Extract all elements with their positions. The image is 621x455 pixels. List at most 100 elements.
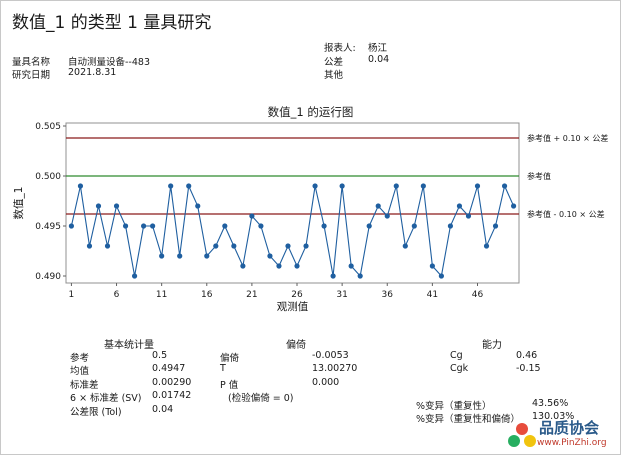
data-point-25 (285, 243, 291, 249)
x-axis-label: 观测值 (277, 300, 309, 313)
y-tick-label-1: 0.495 (35, 222, 61, 232)
data-point-33 (357, 273, 363, 279)
p-value: 0.000 (312, 377, 340, 388)
data-point-31 (339, 183, 345, 189)
data-point-30 (330, 273, 336, 279)
bias-value: -0.0053 (312, 350, 349, 361)
sv-label: 6 × 标准差 (SV) (70, 393, 142, 404)
data-point-14 (186, 183, 192, 189)
data-point-13 (177, 253, 183, 259)
reference-label-0: 参考值 + 0.10 × 公差 (527, 133, 608, 143)
reference-label-1: 参考值 (527, 171, 551, 181)
data-point-7 (122, 223, 129, 229)
data-point-28 (312, 183, 318, 189)
x-tick-label-7: 36 (382, 290, 394, 300)
bias-test-note: (检验偏倚 = 0) (228, 393, 294, 404)
reference-label-2: 参考值 - 0.10 × 公差 (527, 209, 605, 219)
data-point-37 (393, 183, 399, 189)
watermark-url: www.PinZhi.org (537, 438, 607, 448)
cgk-value: -0.15 (516, 363, 541, 374)
capability-header: 能力 (482, 340, 502, 351)
data-point-34 (366, 223, 372, 229)
data-point-4 (95, 203, 102, 209)
data-point-19 (231, 243, 237, 249)
tol-label: 公差限 (Tol) (70, 407, 122, 418)
data-point-40 (420, 183, 426, 189)
data-point-50 (510, 203, 517, 209)
data-point-18 (222, 223, 228, 229)
mean-label: 均值 (70, 366, 90, 377)
data-point-17 (213, 243, 219, 249)
data-point-21 (249, 213, 255, 219)
x-tick-label-9: 46 (472, 290, 484, 300)
t-label: T (220, 363, 226, 374)
x-tick-label-1: 6 (114, 290, 120, 300)
x-tick-label-0: 1 (69, 290, 75, 300)
data-point-1 (68, 223, 75, 229)
watermark-logo: 品质协会 www.PinZhi.org (505, 417, 617, 453)
watermark-name: 品质协会 (539, 419, 600, 437)
var-rep-value: 43.56% (532, 398, 569, 409)
x-tick-label-3: 16 (201, 290, 213, 300)
data-point-43 (447, 223, 454, 229)
ref-value: 0.5 (152, 350, 168, 361)
y-tick-label-2: 0.500 (35, 172, 61, 182)
data-point-8 (131, 273, 138, 279)
y-tick-label-3: 0.505 (35, 122, 61, 132)
watermark-icon (508, 423, 536, 447)
data-point-15 (195, 203, 201, 209)
data-point-24 (276, 263, 282, 269)
p-label: P 值 (220, 380, 239, 391)
x-tick-label-5: 26 (291, 290, 303, 300)
x-tick-label-4: 21 (246, 290, 257, 300)
x-tick-label-2: 11 (156, 290, 167, 300)
data-point-9 (141, 223, 147, 229)
data-point-20 (240, 263, 246, 269)
data-point-38 (402, 243, 408, 249)
cgk-label: Cgk (450, 363, 469, 374)
data-point-46 (474, 183, 481, 189)
data-point-32 (348, 263, 354, 269)
data-point-27 (303, 243, 309, 249)
plot-area (65, 122, 520, 284)
data-point-36 (384, 213, 390, 219)
data-point-26 (294, 263, 300, 269)
data-point-6 (113, 203, 120, 209)
data-point-22 (258, 223, 264, 229)
sd-value: 0.00290 (152, 377, 192, 388)
ref-label: 参考 (70, 353, 90, 364)
data-point-11 (159, 253, 165, 259)
data-point-2 (77, 183, 84, 189)
tol-value: 0.04 (152, 404, 174, 415)
sv-value: 0.01742 (152, 390, 192, 401)
bias-header: 偏倚 (286, 340, 306, 351)
data-point-10 (150, 223, 156, 229)
y-tick-label-0: 0.490 (35, 272, 61, 282)
data-point-12 (168, 183, 174, 189)
cg-label: Cg (450, 350, 463, 361)
data-point-35 (375, 203, 381, 209)
data-point-47 (483, 243, 490, 249)
sd-label: 标准差 (70, 380, 99, 391)
data-point-45 (465, 213, 472, 219)
data-point-39 (411, 223, 417, 229)
t-value: 13.00270 (312, 363, 358, 374)
data-point-29 (321, 223, 327, 229)
data-point-49 (501, 183, 508, 189)
cg-value: 0.46 (516, 350, 538, 361)
basic-stats-header: 基本统计量 (104, 340, 154, 351)
data-point-41 (429, 263, 435, 269)
x-tick-label-6: 31 (336, 290, 347, 300)
var-rep-label: %变异（重复性） (416, 401, 492, 412)
x-tick-label-8: 41 (427, 290, 438, 300)
data-point-42 (438, 273, 444, 279)
data-point-16 (204, 253, 210, 259)
bias-label: 偏倚 (220, 353, 240, 364)
data-point-48 (492, 223, 499, 229)
data-point-5 (104, 243, 111, 249)
mean-value: 0.4947 (152, 363, 186, 374)
data-point-44 (456, 203, 463, 209)
data-point-23 (267, 253, 273, 259)
data-point-3 (86, 243, 93, 249)
y-axis-label: 数值_1 (12, 187, 25, 220)
